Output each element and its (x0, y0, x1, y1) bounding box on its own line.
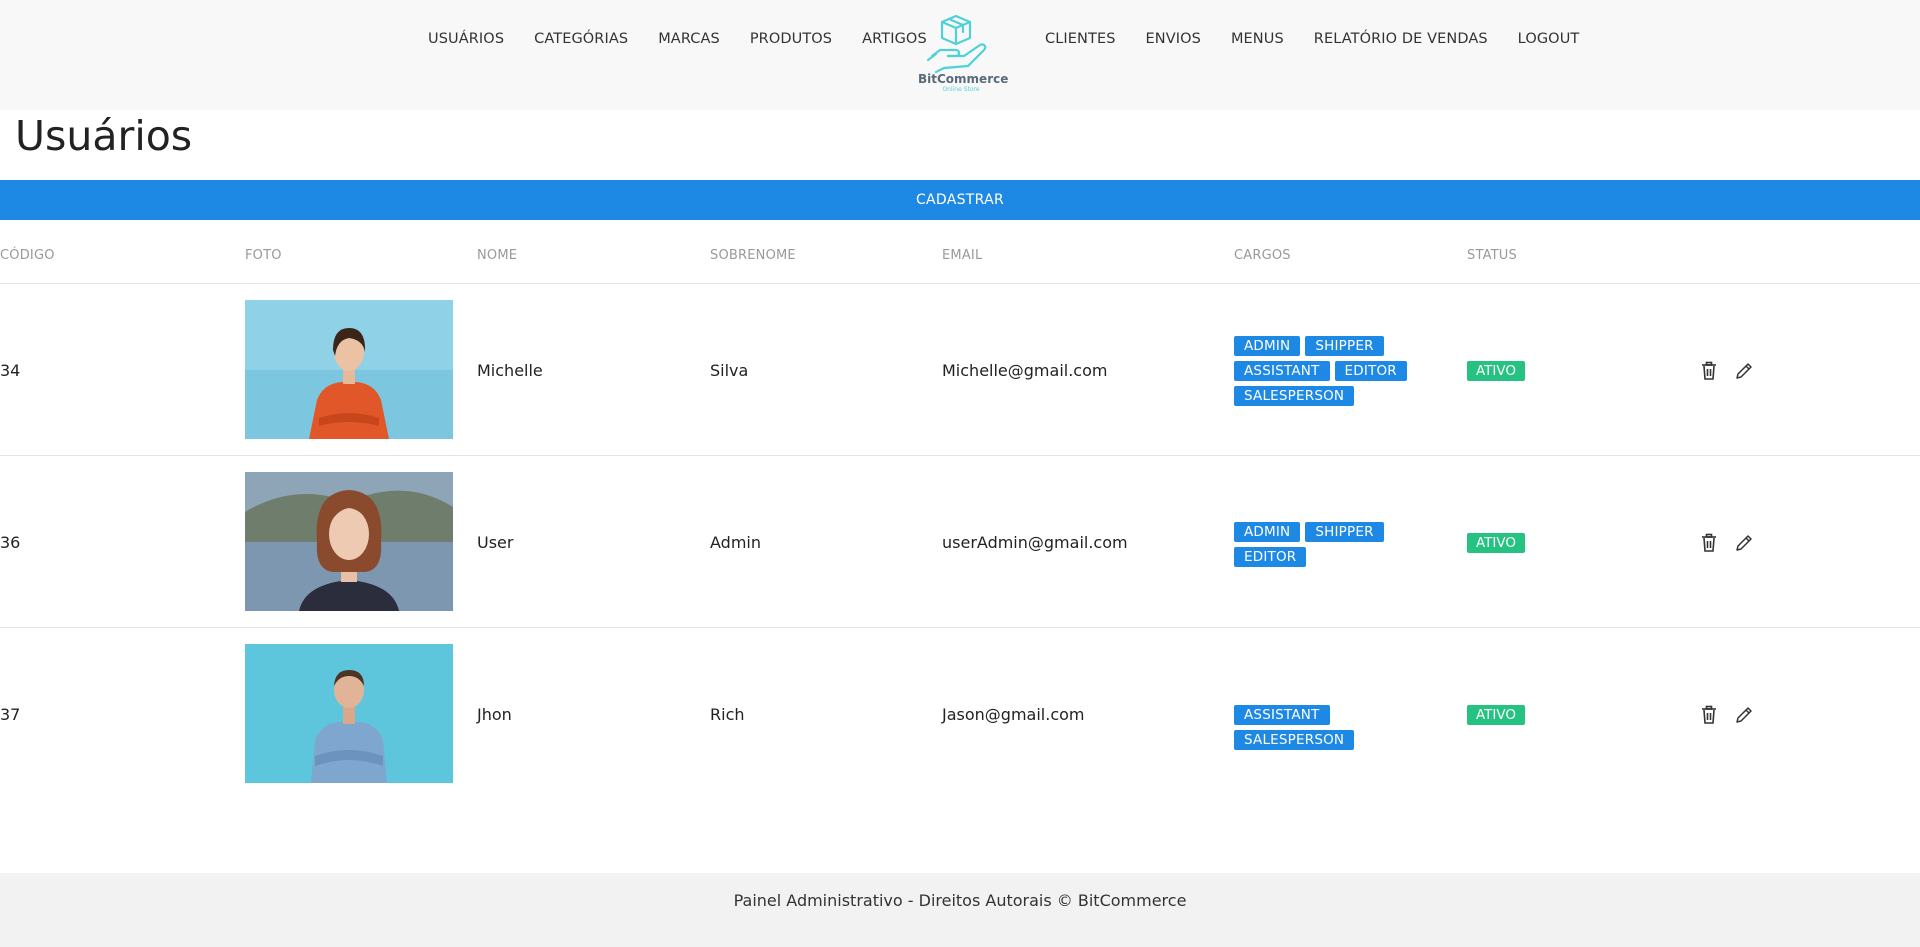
role-badge: ASSISTANT (1234, 361, 1330, 381)
nav-produtos[interactable]: PRODUTOS (750, 31, 832, 47)
header-status: STATUS (1467, 248, 1517, 263)
trash-icon[interactable] (1699, 361, 1719, 381)
role-badge: SALESPERSON (1234, 386, 1355, 406)
nav-relatorio-vendas[interactable]: RELATÓRIO DE VENDAS (1314, 31, 1488, 47)
logo-name: BitCommerce (918, 72, 1009, 86)
user-photo[interactable] (245, 472, 453, 611)
nav-clientes[interactable]: CLIENTES (1045, 31, 1116, 47)
user-email: Michelle@gmail.com (942, 361, 1108, 380)
footer-copyright: Painel Administrativo - Direitos Autorai… (733, 891, 1187, 910)
role-badge: EDITOR (1334, 361, 1407, 381)
nav-logout[interactable]: LOGOUT (1518, 31, 1580, 47)
nav-envios[interactable]: ENVIOS (1146, 31, 1201, 47)
role-badge: SHIPPER (1305, 522, 1384, 542)
role-badges: ADMIN SHIPPER EDITOR (1234, 522, 1424, 572)
trash-icon[interactable] (1699, 533, 1719, 553)
page-title: Usuários (15, 112, 193, 160)
status-badge: ATIVO (1467, 361, 1526, 381)
top-header: USUÁRIOS CATEGÓRIAS MARCAS PRODUTOS ARTI… (0, 0, 1920, 110)
header-email: EMAIL (942, 248, 983, 263)
table-row: 36 User Admin userAdmin@gmail.com ADMIN … (0, 456, 1920, 628)
role-badge: ASSISTANT (1234, 705, 1330, 725)
pencil-icon[interactable] (1734, 361, 1754, 381)
nav-left: USUÁRIOS CATEGÓRIAS MARCAS PRODUTOS ARTI… (428, 31, 957, 47)
nav-menus[interactable]: MENUS (1231, 31, 1284, 47)
user-code: 36 (0, 533, 21, 552)
brand-logo[interactable]: BitCommerce Online Store (918, 12, 1009, 96)
role-badge: ADMIN (1234, 336, 1301, 356)
user-first-name: User (477, 533, 514, 552)
nav-right: CLIENTES ENVIOS MENUS RELATÓRIO DE VENDA… (1045, 31, 1609, 47)
pencil-icon[interactable] (1734, 533, 1754, 553)
role-badge: EDITOR (1234, 547, 1307, 567)
logo-tagline: Online Store (942, 86, 980, 93)
page-footer: Painel Administrativo - Direitos Autorai… (0, 873, 1920, 947)
header-cargos: CARGOS (1234, 248, 1291, 263)
user-photo[interactable] (245, 300, 453, 439)
role-badges: ASSISTANT SALESPERSON (1234, 705, 1454, 755)
header-sobrenome: SOBRENOME (710, 248, 796, 263)
header-codigo: CÓDIGO (0, 248, 55, 263)
user-code: 37 (0, 705, 21, 724)
nav-marcas[interactable]: MARCAS (658, 31, 720, 47)
nav-categorias[interactable]: CATEGÓRIAS (534, 31, 628, 47)
nav-usuarios[interactable]: USUÁRIOS (428, 31, 504, 47)
table-row: 37 Jhon Rich Jason@gmail.com ASSISTANT S… (0, 628, 1920, 800)
user-last-name: Rich (710, 705, 745, 724)
user-last-name: Silva (710, 361, 749, 380)
pencil-icon[interactable] (1734, 705, 1754, 725)
hand-box-icon (926, 14, 987, 74)
header-foto: FOTO (245, 248, 282, 263)
status-badge: ATIVO (1467, 533, 1526, 553)
status-badge: ATIVO (1467, 705, 1526, 725)
trash-icon[interactable] (1699, 705, 1719, 725)
register-button[interactable]: CADASTRAR (0, 180, 1920, 220)
user-last-name: Admin (710, 533, 761, 552)
user-first-name: Jhon (477, 705, 512, 724)
role-badge: SALESPERSON (1234, 730, 1355, 750)
role-badges: ADMIN SHIPPER ASSISTANT EDITOR SALESPERS… (1234, 336, 1424, 411)
role-badge: SHIPPER (1305, 336, 1384, 356)
user-email: Jason@gmail.com (942, 705, 1085, 724)
table-row: 34 Michelle Silva Michelle@gmail.com ADM… (0, 284, 1920, 456)
header-nome: NOME (477, 248, 518, 263)
user-first-name: Michelle (477, 361, 543, 380)
user-code: 34 (0, 361, 21, 380)
user-photo[interactable] (245, 644, 453, 783)
role-badge: ADMIN (1234, 522, 1301, 542)
user-email: userAdmin@gmail.com (942, 533, 1128, 552)
